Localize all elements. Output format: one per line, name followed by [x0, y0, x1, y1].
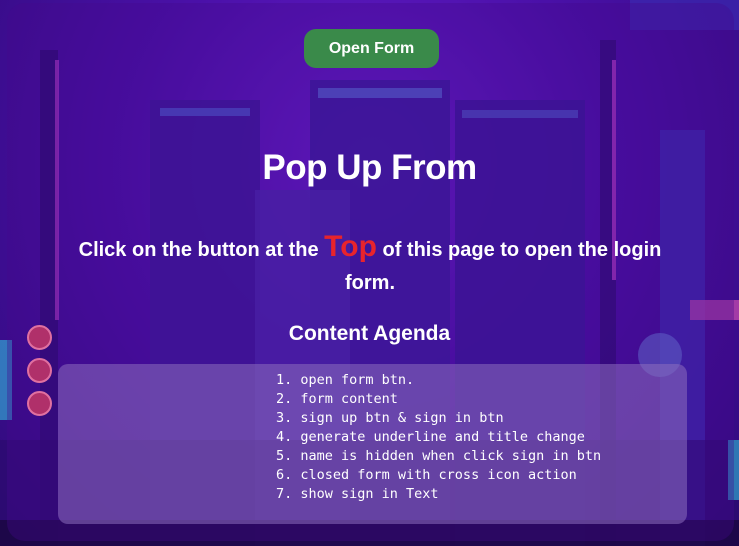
diamond-icon: [27, 391, 52, 416]
open-form-button[interactable]: Open Form: [304, 29, 439, 68]
agenda-item: 3. sign up btn & sign in btn: [276, 410, 504, 426]
instruction-text: Click on the button at the Top of this p…: [70, 230, 670, 300]
highlight-word: Top: [324, 230, 377, 263]
instruction-text-end: of this page to open the login form.: [345, 239, 662, 294]
agenda-list: 1. open form btn. 2. form content 3. sig…: [276, 371, 601, 504]
page: Open Form Pop Up From Click on the butto…: [0, 0, 739, 546]
instruction-text-start: Click on the button at the: [78, 239, 325, 261]
agenda-item: 2. form content: [276, 391, 398, 407]
agenda-item: 1. open form btn.: [276, 372, 415, 388]
agenda-title: Content Agenda: [288, 322, 451, 345]
agenda-item: 5. name is hidden when click sign in btn: [276, 448, 602, 464]
page-title: Pop Up From: [262, 148, 477, 187]
minus-icon: [27, 358, 52, 383]
agenda-item: 7. show sign in Text: [276, 486, 439, 502]
agenda-item: 6. closed form with cross icon action: [276, 467, 577, 483]
agenda-item: 4. generate underline and title change: [276, 429, 585, 445]
